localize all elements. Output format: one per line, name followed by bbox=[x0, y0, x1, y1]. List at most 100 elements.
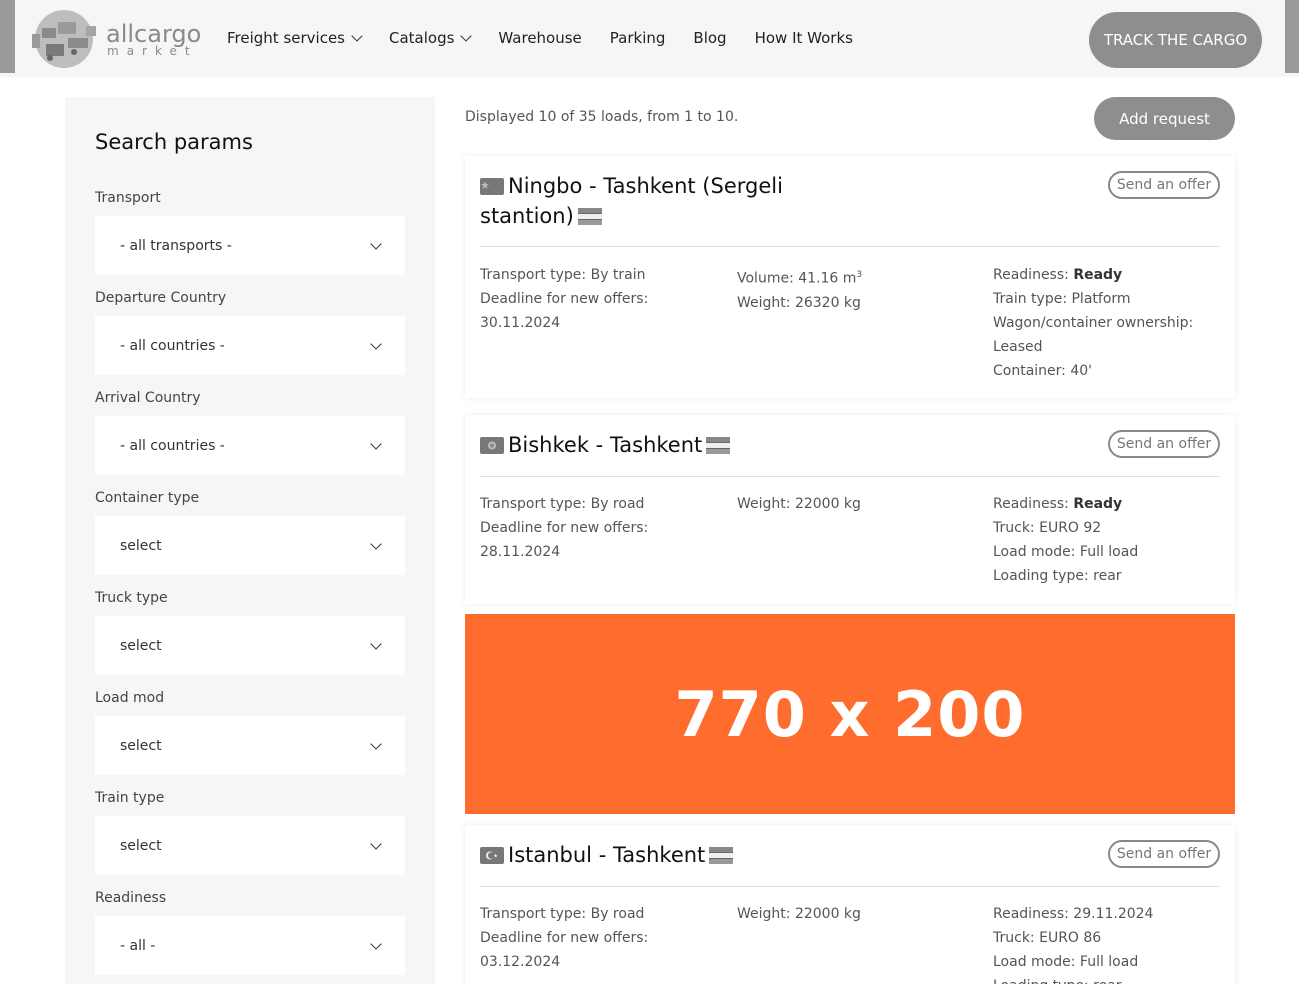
load-mod-select[interactable]: select bbox=[95, 716, 405, 775]
nav-label: How It Works bbox=[754, 29, 853, 47]
arrival-country-select[interactable]: - all countries - bbox=[95, 416, 405, 475]
track-cargo-button[interactable]: TRACK THE CARGO bbox=[1089, 12, 1262, 68]
route-text: Ningbo - Tashkent (Sergeli stantion) bbox=[480, 174, 783, 228]
send-offer-button[interactable]: Send an offer bbox=[1108, 430, 1220, 458]
nav-how-it-works[interactable]: How It Works bbox=[755, 29, 853, 47]
load-col-transport: Transport type: By train Deadline for ne… bbox=[480, 263, 720, 335]
flag-china-icon bbox=[480, 178, 504, 195]
load-route-title[interactable]: Ningbo - Tashkent (Sergeli stantion) bbox=[480, 171, 820, 231]
chevron-down-icon bbox=[370, 238, 382, 250]
detail-line: Wagon/container ownership: bbox=[993, 315, 1194, 331]
logo-subtext: market bbox=[107, 44, 198, 58]
train-type-select[interactable]: select bbox=[95, 816, 405, 875]
nav-label: Parking bbox=[609, 29, 666, 47]
nav-warehouse[interactable]: Warehouse bbox=[498, 29, 581, 47]
filter-label: Arrival Country bbox=[95, 390, 201, 406]
send-offer-button[interactable]: Send an offer bbox=[1108, 171, 1220, 199]
panel-title: Search params bbox=[95, 130, 253, 154]
filter-label: Truck type bbox=[95, 590, 168, 606]
nav-label: Catalogs bbox=[389, 29, 455, 47]
deadline-label: Deadline for new offers: bbox=[480, 291, 649, 307]
nav-label: Blog bbox=[693, 29, 727, 47]
transport-type: Transport type: By road bbox=[480, 906, 645, 922]
weight: Weight: 22000 kg bbox=[737, 496, 861, 512]
readiness-value: Ready bbox=[1073, 496, 1123, 512]
chevron-down-icon bbox=[370, 838, 382, 850]
route-text: Bishkek - Tashkent bbox=[508, 433, 703, 457]
readiness-select[interactable]: - all - bbox=[95, 916, 405, 975]
load-route-title[interactable]: Bishkek - Tashkent bbox=[480, 430, 880, 460]
load-col-transport: Transport type: By road Deadline for new… bbox=[480, 492, 720, 564]
deadline-label: Deadline for new offers: bbox=[480, 930, 649, 946]
nav-parking[interactable]: Parking bbox=[610, 29, 666, 47]
site-logo[interactable]: allcargo market bbox=[28, 8, 201, 70]
transport-type: Transport type: By road bbox=[480, 496, 645, 512]
detail-line: Loading type: rear bbox=[993, 974, 1223, 984]
filter-label: Transport bbox=[95, 190, 161, 206]
flag-uzbekistan-icon bbox=[709, 847, 734, 864]
select-value: - all transports - bbox=[120, 237, 232, 254]
load-card: Ningbo - Tashkent (Sergeli stantion) Sen… bbox=[465, 156, 1235, 398]
filter-train-type: Train type select bbox=[95, 790, 405, 875]
send-offer-button[interactable]: Send an offer bbox=[1108, 840, 1220, 868]
header-edge-left bbox=[0, 0, 15, 73]
load-card: Bishkek - Tashkent Send an offer Transpo… bbox=[465, 415, 1235, 604]
transport-type: Transport type: By train bbox=[480, 267, 646, 283]
nav-freight-services[interactable]: Freight services bbox=[227, 29, 363, 47]
filter-label: Container type bbox=[95, 490, 200, 506]
filter-container-type: Container type select bbox=[95, 490, 405, 575]
load-col-details: Readiness: Ready Train type: Platform Wa… bbox=[993, 263, 1223, 383]
select-value: select bbox=[120, 737, 162, 754]
nav-label: Warehouse bbox=[498, 29, 582, 47]
load-route-title[interactable]: Istanbul - Tashkent bbox=[480, 840, 880, 870]
load-col-transport: Transport type: By road Deadline for new… bbox=[480, 902, 720, 974]
filter-label: Readiness bbox=[95, 890, 167, 906]
filter-label: Load mod bbox=[95, 690, 165, 706]
departure-country-select[interactable]: - all countries - bbox=[95, 316, 405, 375]
flag-turkey-icon bbox=[480, 847, 504, 864]
nav-catalogs[interactable]: Catalogs bbox=[389, 29, 473, 47]
truck-type-select[interactable]: select bbox=[95, 616, 405, 675]
deadline-date: 28.11.2024 bbox=[480, 544, 561, 560]
detail-line: Loading type: rear bbox=[993, 568, 1122, 584]
load-card: Istanbul - Tashkent Send an offer Transp… bbox=[465, 825, 1235, 984]
detail-line: Leased bbox=[993, 339, 1043, 355]
flag-kyrgyzstan-icon bbox=[480, 437, 504, 454]
flag-uzbekistan-icon bbox=[706, 437, 731, 454]
card-divider bbox=[480, 246, 1220, 247]
filter-load-mod: Load mod select bbox=[95, 690, 405, 775]
site-header: allcargo market Freight services Catalog… bbox=[0, 0, 1299, 77]
deadline-date: 03.12.2024 bbox=[480, 954, 561, 970]
select-value: - all - bbox=[120, 937, 156, 954]
weight: Weight: 26320 kg bbox=[737, 294, 861, 311]
filter-departure-country: Departure Country - all countries - bbox=[95, 290, 405, 375]
filter-truck-type: Truck type select bbox=[95, 590, 405, 675]
results-summary: Displayed 10 of 35 loads, from 1 to 10. bbox=[465, 109, 739, 125]
deadline-date: 30.11.2024 bbox=[480, 315, 561, 331]
load-col-details: Readiness: Ready Truck: EURO 92 Load mod… bbox=[993, 492, 1223, 588]
container-type-select[interactable]: select bbox=[95, 516, 405, 575]
detail-line: Load mode: Full load bbox=[993, 544, 1139, 560]
chevron-down-icon bbox=[370, 338, 382, 350]
weight: Weight: 22000 kg bbox=[737, 906, 861, 922]
add-request-button[interactable]: Add request bbox=[1094, 97, 1235, 140]
detail-line: Train type: Platform bbox=[993, 291, 1131, 307]
nav-blog[interactable]: Blog bbox=[693, 29, 726, 47]
chevron-down-icon bbox=[351, 30, 363, 42]
flag-uzbekistan-icon bbox=[577, 208, 602, 225]
card-divider bbox=[480, 886, 1220, 887]
readiness-line: Readiness: Ready bbox=[993, 263, 1223, 287]
main-nav: Freight services Catalogs Warehouse Park… bbox=[227, 29, 881, 47]
ad-placeholder-text: 770 x 200 bbox=[674, 677, 1026, 751]
ad-banner[interactable]: 770 x 200 bbox=[465, 614, 1235, 814]
chevron-down-icon bbox=[370, 938, 382, 950]
detail-line: Truck: EURO 86 bbox=[993, 930, 1102, 946]
chevron-down-icon bbox=[460, 30, 473, 42]
load-col-size: Weight: 22000 kg bbox=[737, 902, 977, 926]
readiness-label: Readiness: bbox=[993, 267, 1074, 283]
readiness-label: Readiness: bbox=[993, 496, 1074, 512]
transport-select[interactable]: - all transports - bbox=[95, 216, 405, 275]
load-col-size: Weight: 22000 kg bbox=[737, 492, 977, 516]
filter-transport: Transport - all transports - bbox=[95, 190, 405, 275]
readiness-line: Readiness: Ready bbox=[993, 492, 1223, 516]
